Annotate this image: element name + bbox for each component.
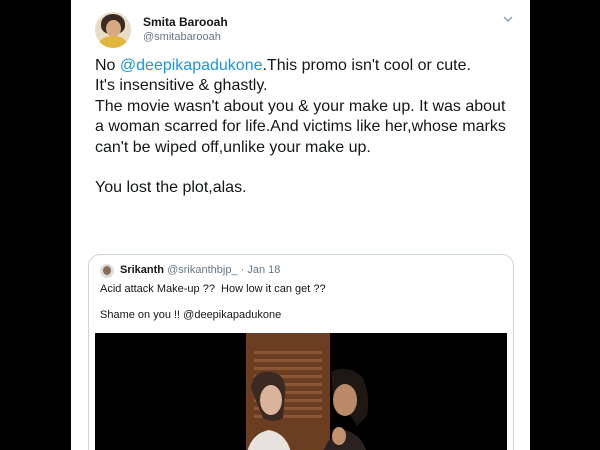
author-handle[interactable]: @smitabarooah (143, 31, 221, 43)
tweet-card: Smita Barooah @smitabarooah No @deepikap… (71, 0, 530, 450)
tweet-text-prefix: No (95, 57, 120, 74)
quoted-meta: @srikanthbjp_ · Jan 18 (167, 264, 281, 276)
quoted-video[interactable] (95, 333, 507, 450)
author-name[interactable]: Smita Barooah (143, 15, 228, 29)
tweet-text: No @deepikapadukone.This promo isn't coo… (95, 56, 515, 199)
quoted-text-line1: Acid attack Make-up ?? How low it can ge… (100, 283, 326, 295)
quoted-header: Srikanth @srikanthbjp_ · Jan 18 (120, 264, 280, 276)
chevron-down-icon[interactable] (503, 14, 513, 24)
video-person-right (323, 368, 369, 450)
author-avatar[interactable] (95, 12, 131, 48)
quoted-tweet[interactable]: Srikanth @srikanthbjp_ · Jan 18 Acid att… (88, 254, 514, 450)
video-person-left (247, 371, 291, 450)
mention-link[interactable]: @deepikapadukone (120, 57, 263, 74)
quoted-author-name[interactable]: Srikanth (120, 264, 164, 276)
quoted-author-avatar[interactable] (100, 264, 114, 278)
quoted-text-line2: Shame on you !! @deepikapadukone (100, 309, 282, 321)
tweet-text-body: .This promo isn't cool or cute. It's ins… (95, 57, 506, 197)
